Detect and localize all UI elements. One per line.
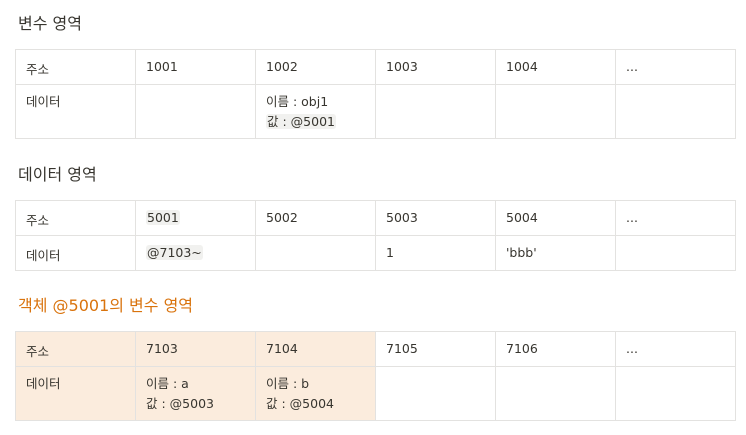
data-cell-value: 값 : @5004: [266, 396, 334, 411]
data-cell: [615, 235, 736, 271]
data-cell: [495, 84, 616, 139]
address-cell: 1002: [255, 49, 376, 85]
data-cell: [615, 366, 736, 421]
address-row: 주소 1001 1002 1003 1004 ...: [15, 49, 736, 85]
data-row: 데이터 이름 : obj1 값 : @5001: [15, 84, 736, 139]
address-cell: 7106: [495, 331, 616, 367]
address-cell-highlighted: 7103: [135, 331, 256, 367]
row-header-data: 데이터: [15, 84, 136, 139]
data-cell: @7103~: [135, 235, 256, 271]
data-cell: [495, 366, 616, 421]
data-cell: 1: [375, 235, 496, 271]
address-cell: 5002: [255, 200, 376, 236]
address-cell: 1004: [495, 49, 616, 85]
address-cell-highlighted: 5001: [146, 210, 180, 225]
address-cell: 5003: [375, 200, 496, 236]
data-cell-value: 값 : @5001: [266, 114, 336, 129]
row-header-label: 데이터: [26, 376, 61, 391]
data-row: 데이터 이름 : a 값 : @5003 이름 : b 값 : @5004: [15, 366, 736, 421]
address-cell-ellipsis: ...: [615, 49, 736, 85]
data-cell: 'bbb': [495, 235, 616, 271]
object-variable-area-table: 주소 7103 7104 7105 7106 ... 데이터 이름 : a 값 …: [15, 331, 736, 421]
row-header-label: 데이터: [26, 94, 61, 109]
row-header-data: 데이터: [15, 235, 136, 271]
data-cell-highlighted: 이름 : b 값 : @5004: [255, 366, 376, 421]
data-cell: 이름 : obj1 값 : @5001: [255, 84, 376, 139]
address-cell: 5004: [495, 200, 616, 236]
data-cell-name: 이름 : b: [266, 376, 310, 391]
address-cell: 7105: [375, 331, 496, 367]
address-cell-highlighted: 7104: [255, 331, 376, 367]
row-header-data: 데이터: [15, 366, 136, 421]
address-cell: 1003: [375, 49, 496, 85]
data-cell-name: 이름 : obj1: [266, 94, 329, 109]
data-cell: [375, 84, 496, 139]
data-row: 데이터 @7103~ 1 'bbb': [15, 235, 736, 271]
data-cell: [615, 84, 736, 139]
row-header-address: 주소: [15, 49, 136, 85]
data-cell-value-line: 값 : @5001: [266, 112, 365, 132]
row-header-address: 주소: [15, 200, 136, 236]
address-row: 주소 5001 5002 5003 5004 ...: [15, 200, 736, 236]
variable-area-table: 주소 1001 1002 1003 1004 ... 데이터 이름 : obj1…: [15, 49, 736, 139]
address-cell: 1001: [135, 49, 256, 85]
data-cell: [255, 235, 376, 271]
data-cell-value: 값 : @5003: [146, 396, 214, 411]
row-header-address: 주소: [15, 331, 136, 367]
data-cell-name: 이름 : a: [146, 376, 189, 391]
section-title-object-variable-area: 객체 @5001의 변수 영역: [18, 296, 194, 315]
address-row: 주소 7103 7104 7105 7106 ...: [15, 331, 736, 367]
data-cell-value: @7103~: [146, 245, 203, 260]
address-cell-ellipsis: ...: [615, 331, 736, 367]
data-cell: [375, 366, 496, 421]
address-cell: 5001: [135, 200, 256, 236]
data-area-table: 주소 5001 5002 5003 5004 ... 데이터 @7103~ 1 …: [15, 200, 736, 271]
address-cell-ellipsis: ...: [615, 200, 736, 236]
data-cell-highlighted: 이름 : a 값 : @5003: [135, 366, 256, 421]
section-title-data-area: 데이터 영역: [18, 165, 97, 184]
section-title-variable-area: 변수 영역: [18, 14, 82, 33]
data-cell: [135, 84, 256, 139]
